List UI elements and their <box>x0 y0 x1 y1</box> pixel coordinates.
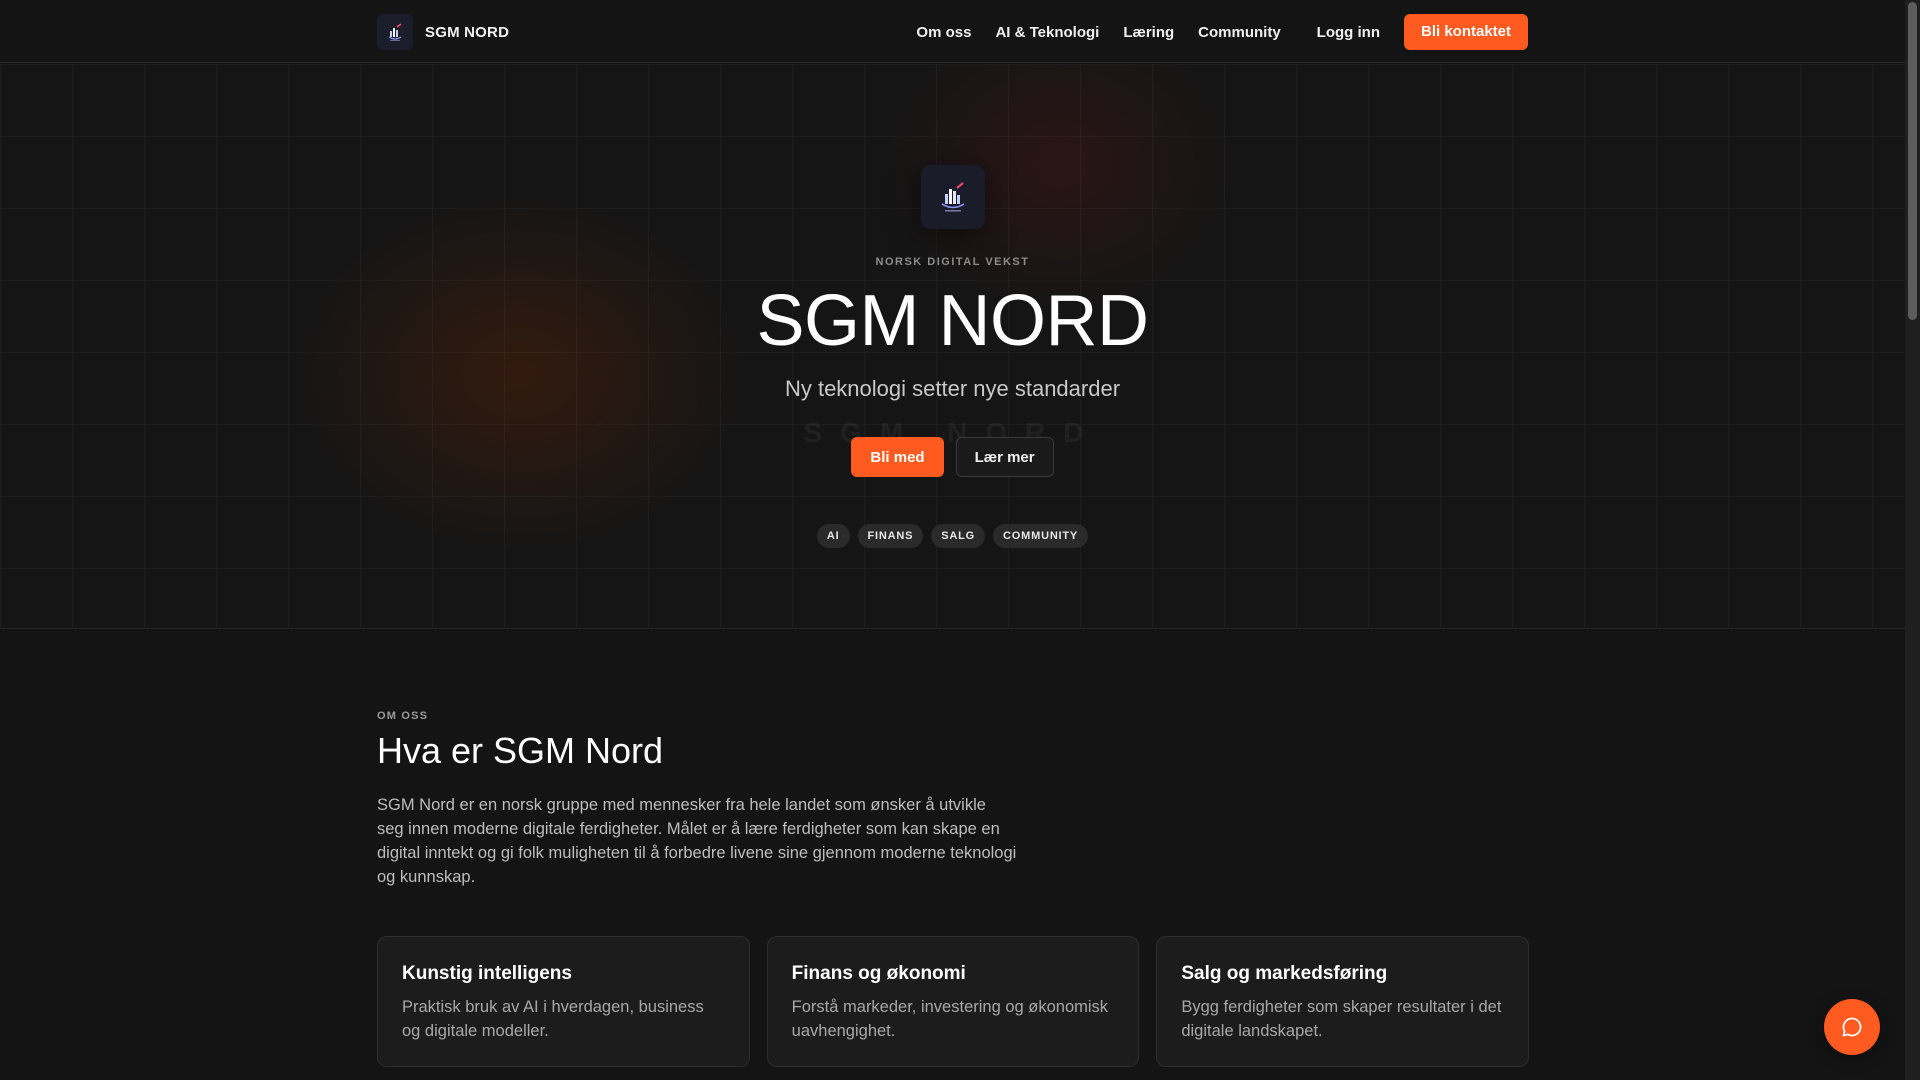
contact-button[interactable]: Bli kontaktet <box>1403 14 1528 50</box>
chat-button[interactable] <box>1824 999 1880 1055</box>
tag-finans: FINANS <box>857 524 924 548</box>
page-scrollbar[interactable] <box>1905 0 1920 1080</box>
card-title: Salg og markedsføring <box>1181 963 1388 984</box>
card-text: Forstå markeder, investering og økonomis… <box>791 998 1109 1040</box>
learn-more-button[interactable]: Lær mer <box>955 437 1054 477</box>
nav-link-om-oss[interactable]: Om oss <box>916 24 971 41</box>
brand[interactable]: SGM NORD <box>377 14 509 50</box>
hero-tags: AI FINANS SALG COMMUNITY <box>0 524 1905 548</box>
chat-bubble-icon <box>1842 1017 1862 1037</box>
about-title: Hva er SGM Nord <box>377 730 664 771</box>
page: SGM NORD Om oss AI & Teknologi Læring Co… <box>0 0 1920 1080</box>
top-nav: SGM NORD Om oss AI & Teknologi Læring Co… <box>0 0 1905 63</box>
brand-name: SGM NORD <box>425 23 510 41</box>
hero-subtitle: Ny teknologi setter nye standarder <box>784 376 1121 401</box>
tag-salg: SALG <box>931 524 986 548</box>
nav-link-community[interactable]: Community <box>1198 24 1281 41</box>
feature-card-ai[interactable]: Kunstig intelligens Praktisk bruk av AI … <box>377 936 750 1067</box>
nav-link-laering[interactable]: Læring <box>1123 24 1174 41</box>
about-text: SGM Nord er en norsk gruppe med menneske… <box>377 796 1017 886</box>
card-title: Kunstig intelligens <box>402 963 572 984</box>
hero-title: SGM NORD <box>756 281 1150 361</box>
hero-section: NORSK DIGITAL VEKST SGM NORD Ny teknolog… <box>0 64 1905 629</box>
hero-logo-icon <box>921 165 985 229</box>
login-link[interactable]: Logg inn <box>1317 24 1380 41</box>
about-eyebrow: OM OSS <box>377 710 429 722</box>
feature-card-finans[interactable]: Finans og økonomi Forstå markeder, inves… <box>766 936 1140 1067</box>
card-text: Praktisk bruk av AI i hverdagen, busines… <box>402 998 704 1040</box>
tag-ai: AI <box>816 524 850 548</box>
hero-eyebrow: NORSK DIGITAL VEKST <box>875 256 1030 268</box>
nav-links: Om oss AI & Teknologi Læring Community L… <box>892 14 1528 50</box>
card-text: Bygg ferdigheter som skaper resultater i… <box>1181 998 1502 1040</box>
tag-community: COMMUNITY <box>993 524 1089 548</box>
feature-card-salg[interactable]: Salg og markedsføring Bygg ferdigheter s… <box>1156 936 1530 1067</box>
nav-link-ai-teknologi[interactable]: AI & Teknologi <box>995 24 1099 41</box>
card-title: Finans og økonomi <box>791 963 966 984</box>
scrollbar-thumb[interactable] <box>1908 2 1917 320</box>
sgm-logo-icon <box>377 14 413 50</box>
join-button[interactable]: Bli med <box>851 437 944 477</box>
hero-buttons: Bli med Lær mer <box>0 437 1905 477</box>
feature-cards: Kunstig intelligens Praktisk bruk av AI … <box>377 936 1530 1067</box>
